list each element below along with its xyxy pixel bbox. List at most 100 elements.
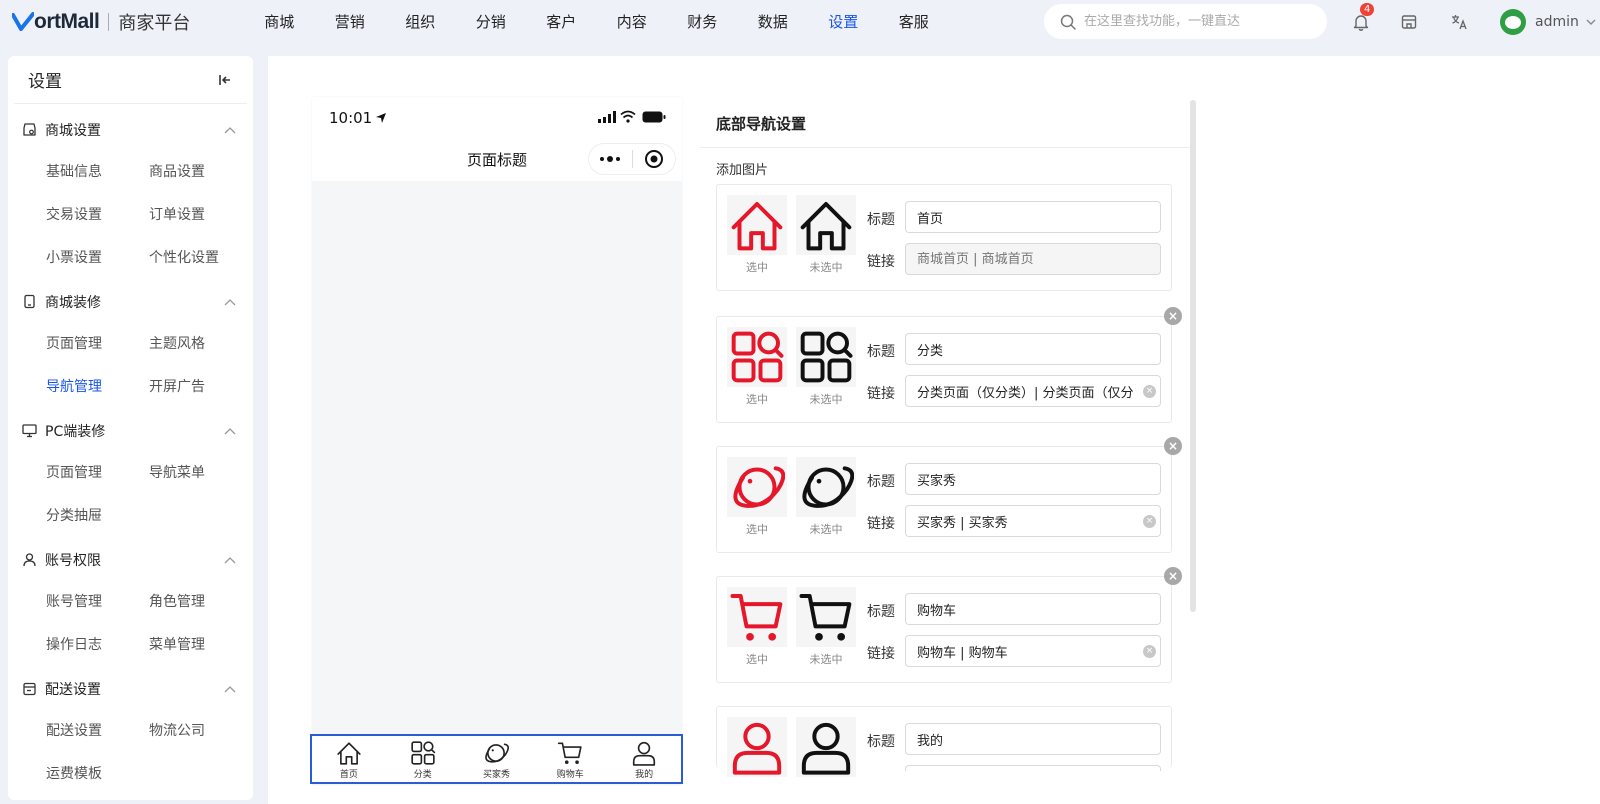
sidebar-header: 设置	[14, 56, 247, 104]
delete-item-icon[interactable]: ×	[1164, 437, 1182, 455]
clear-link-icon[interactable]: ×	[1143, 645, 1156, 658]
unselected-icon-upload[interactable]	[796, 587, 856, 647]
translate-button[interactable]	[1448, 11, 1470, 33]
tab-bar-item[interactable]: 分类	[386, 736, 460, 782]
unselected-icon-upload[interactable]	[796, 457, 856, 517]
main-nav-item[interactable]: 财务	[667, 0, 738, 44]
title-input[interactable]	[905, 593, 1161, 625]
logo[interactable]: ortMall 商家平台	[12, 9, 190, 35]
main-nav-item[interactable]: 商城	[244, 0, 315, 44]
link-input[interactable]	[905, 765, 1161, 771]
sidebar-group-header[interactable]: PC端装修	[8, 409, 253, 452]
selected-icon-upload[interactable]	[727, 327, 787, 387]
link-input[interactable]	[905, 243, 1161, 275]
tab-bar-item[interactable]: 购物车	[533, 736, 607, 782]
link-input[interactable]	[905, 635, 1161, 667]
sidebar-item[interactable]: 操作日志	[46, 624, 149, 667]
sidebar-item[interactable]: 主题风格	[149, 323, 252, 366]
search-input[interactable]	[1084, 14, 1304, 29]
sidebar-item[interactable]: 运费模板	[46, 753, 149, 796]
sidebar-item[interactable]: 账号管理	[46, 581, 149, 624]
user-menu[interactable]: admin	[1500, 9, 1598, 35]
selected-icon-upload[interactable]	[727, 457, 787, 517]
delete-item-icon[interactable]: ×	[1164, 567, 1182, 585]
collapse-sidebar-icon[interactable]	[217, 72, 233, 88]
tab-bar-item[interactable]: 我的	[607, 736, 681, 782]
main-nav-item[interactable]: 组织	[385, 0, 456, 44]
icon-caption: 选中	[746, 261, 768, 274]
sidebar-group-items: 页面管理 主题风格 导航管理 开屏广告	[8, 323, 253, 409]
planet-icon	[798, 459, 854, 515]
link-input[interactable]	[905, 375, 1161, 407]
panel-scrollbar[interactable]	[1190, 100, 1196, 612]
link-label: 链接	[867, 646, 895, 662]
title-input[interactable]	[905, 463, 1161, 495]
main-nav-item[interactable]: 数据	[738, 0, 809, 44]
main-nav-item[interactable]: 客服	[879, 0, 950, 44]
cart-icon	[798, 589, 854, 645]
selected-icon-upload[interactable]	[727, 587, 787, 647]
title-label: 标题	[867, 212, 895, 228]
title-input[interactable]	[905, 201, 1161, 233]
sidebar-group-header[interactable]: 账号权限	[8, 538, 253, 581]
more-button[interactable]	[589, 155, 632, 163]
sidebar-group-header[interactable]: 商城设置	[8, 108, 253, 151]
sidebar-group-items: 基础信息 商品设置 交易设置 订单设置 小票设置 个性化设置	[8, 151, 253, 280]
nav-item-card: 选中 未选中 标题链接 ×	[716, 576, 1172, 683]
sidebar-item[interactable]: 基础信息	[46, 151, 149, 194]
main-nav-item[interactable]: 设置	[808, 0, 879, 44]
sidebar-item[interactable]: 个性化设置	[149, 237, 252, 280]
delete-item-icon[interactable]: ×	[1164, 307, 1182, 325]
icon-caption: 未选中	[809, 393, 843, 406]
phone-tab-bar: 首页 分类 买家秀 购物车 我的	[310, 734, 683, 784]
mini-program-capsule[interactable]	[588, 143, 676, 175]
unselected-icon-upload[interactable]	[796, 717, 856, 777]
search-box[interactable]	[1044, 4, 1327, 39]
sidebar-item[interactable]: 角色管理	[149, 581, 252, 624]
sidebar-item[interactable]: 页面管理	[46, 323, 149, 366]
main-nav-item[interactable]: 内容	[597, 0, 668, 44]
sidebar-item[interactable]: 导航管理	[46, 366, 149, 409]
selected-icon-upload[interactable]	[727, 717, 787, 777]
unselected-icon-upload[interactable]	[796, 195, 856, 255]
sidebar-item[interactable]: 配送设置	[46, 710, 149, 753]
clear-link-icon[interactable]: ×	[1143, 385, 1156, 398]
tab-bar-item[interactable]: 首页	[312, 736, 386, 782]
link-input[interactable]	[905, 505, 1161, 537]
mobile-icon	[22, 294, 37, 309]
sidebar: 设置 商城设置 基础信息 商品设置 交易设置 订单设置 小票设置 个性化设置 商城装修 页面管理…	[8, 56, 253, 800]
main-nav-item[interactable]: 客户	[526, 0, 597, 44]
close-miniprogram-button[interactable]	[633, 149, 676, 169]
cart-icon	[557, 740, 583, 766]
sidebar-item[interactable]: 导航菜单	[149, 452, 252, 495]
icon-caption: 选中	[746, 523, 768, 536]
selected-icon-upload[interactable]	[727, 195, 787, 255]
sidebar-group-header[interactable]: 配送设置	[8, 667, 253, 710]
sidebar-item[interactable]: 分类抽屉	[46, 495, 149, 538]
sidebar-item[interactable]: 菜单管理	[149, 624, 252, 667]
unselected-icon-upload[interactable]	[796, 327, 856, 387]
sidebar-item[interactable]: 页面管理	[46, 452, 149, 495]
tab-bar-item[interactable]: 买家秀	[460, 736, 534, 782]
sidebar-item[interactable]: 小票设置	[46, 237, 149, 280]
sidebar-item[interactable]: 订单设置	[149, 194, 252, 237]
chevron-up-icon	[224, 428, 236, 435]
title-label: 标题	[867, 734, 895, 750]
main-nav-item[interactable]: 营销	[315, 0, 386, 44]
clear-link-icon[interactable]: ×	[1143, 515, 1156, 528]
sidebar-item[interactable]: 开屏广告	[149, 366, 252, 409]
title-label: 标题	[867, 474, 895, 490]
panel-title: 底部导航设置	[716, 115, 807, 133]
main-nav-item[interactable]: 分销	[456, 0, 527, 44]
tab-bar-label: 分类	[413, 770, 432, 780]
sidebar-item[interactable]: 交易设置	[46, 194, 149, 237]
title-input[interactable]	[905, 723, 1161, 755]
store-button[interactable]	[1398, 11, 1420, 33]
title-input[interactable]	[905, 333, 1161, 365]
chevron-up-icon	[224, 557, 236, 564]
sidebar-item[interactable]: 物流公司	[149, 710, 252, 753]
sidebar-group-header[interactable]: 商城装修	[8, 280, 253, 323]
nav-item-card: 选中 未选中 标题链接 ×	[716, 316, 1172, 423]
notification-button[interactable]: 4	[1350, 3, 1375, 33]
sidebar-item[interactable]: 商品设置	[149, 151, 252, 194]
